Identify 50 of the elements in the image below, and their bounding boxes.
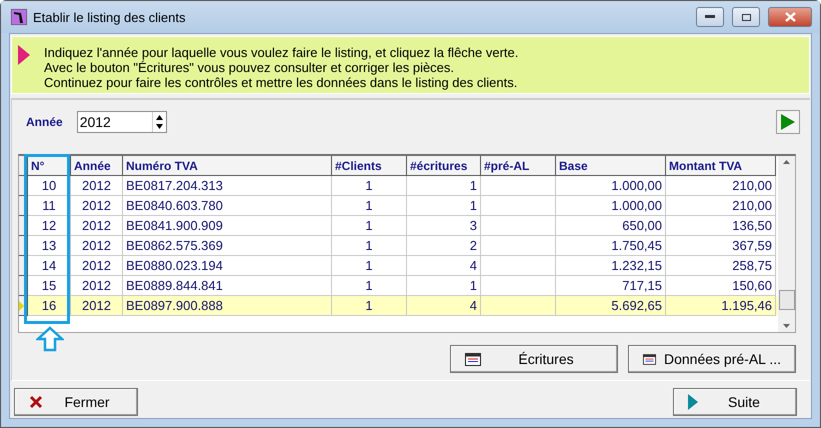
close-button[interactable] <box>768 7 812 27</box>
info-text: Avec le bouton "Écritures" vous pouvez consulter et corriger les pièces. <box>44 60 456 75</box>
column-header[interactable]: Montant TVA <box>666 156 776 176</box>
column-header[interactable]: Année <box>71 156 123 176</box>
column-header[interactable]: #pré-AL <box>481 156 556 176</box>
table-row[interactable]: 10 2012 BE0817.204.313 1 1 1.000,00 210,00 <box>19 176 778 196</box>
table-row[interactable]: 14 2012 BE0880.023.194 1 4 1.232,15 258,75 <box>19 256 778 276</box>
window-icon <box>643 352 656 366</box>
table-cell: 1.195,46 <box>666 296 776 316</box>
window-title: Etablir le listing des clients <box>33 10 186 24</box>
column-header[interactable]: #Clients <box>332 156 407 176</box>
grid-button[interactable]: Données pré-AL ... <box>628 345 796 373</box>
table-row[interactable]: 13 2012 BE0862.575.369 1 2 1.750,45 367,59 <box>19 236 778 256</box>
table-cell: 5.692,65 <box>556 296 666 316</box>
maximize-icon <box>742 14 750 20</box>
scroll-thumb[interactable] <box>778 290 794 310</box>
play-button[interactable] <box>776 110 800 134</box>
table-row[interactable]: 12 2012 BE0841.900.909 1 3 650,00 136,50 <box>19 216 778 236</box>
table-cell: 16 <box>28 296 71 316</box>
year-label: Année <box>26 115 63 129</box>
table-row[interactable]: 11 2012 BE0840.603.780 1 1 1.000,00 210,00 <box>19 196 778 216</box>
year-field[interactable]: 2012 <box>78 114 124 130</box>
column-header[interactable]: Numéro TVA <box>123 156 332 176</box>
play-icon <box>688 394 698 410</box>
table-cell: 1 <box>332 296 407 316</box>
pointer-icon <box>18 45 30 65</box>
column-header[interactable]: #écritures <box>407 156 481 176</box>
info-text: Indiquez l'année pour laquelle vous voulez faire le listing, et cliquez la flêche verte. <box>44 45 518 60</box>
table-cell: 2012 <box>71 296 123 316</box>
window-icon <box>465 352 481 366</box>
next-button[interactable]: Suite <box>673 388 797 416</box>
scroll-up-icon[interactable] <box>783 160 790 164</box>
close-icon <box>29 395 43 409</box>
table-cell: 4 <box>407 296 481 316</box>
year-spinner[interactable]: 2012 <box>76 111 167 133</box>
column-header[interactable]: Base <box>556 156 666 176</box>
table-row[interactable]: 15 2012 BE0889.844.841 1 1 717,15 150,60 <box>19 276 778 296</box>
close-icon <box>784 12 796 22</box>
row-pointer-icon <box>19 300 24 310</box>
selected-row[interactable]: 16 2012 BE0897.900.888 1 4 5.692,65 1.195,46 <box>19 296 778 316</box>
minimize-button[interactable] <box>696 7 724 27</box>
app-icon <box>11 9 27 25</box>
maximize-button[interactable] <box>732 7 760 27</box>
minimize-icon <box>705 15 715 19</box>
info-text: Continuez pour faire les contrôles et mettre les données dans le listing des clients. <box>44 75 518 90</box>
scrollbar[interactable] <box>778 156 795 332</box>
grid-button[interactable]: Écritures <box>450 345 618 373</box>
close-button[interactable]: Fermer <box>14 388 138 416</box>
table-cell: BE0897.900.888 <box>123 296 332 316</box>
scroll-down-icon[interactable] <box>783 324 790 328</box>
